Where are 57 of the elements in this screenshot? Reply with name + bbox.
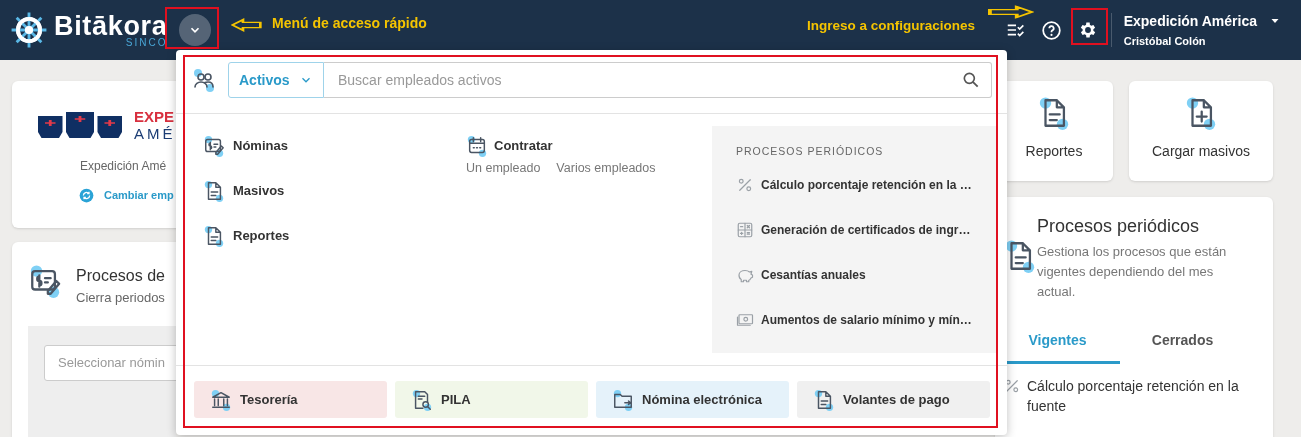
search-input[interactable]: Buscar empleados activos — [338, 69, 961, 91]
shortcut-button[interactable]: Nómina electrónica — [596, 381, 789, 418]
section-heading: PROCESOS PERIÓDICOS — [736, 144, 885, 159]
highlight-frame — [1071, 8, 1108, 45]
document-icon — [1037, 96, 1071, 130]
document-icon — [813, 388, 835, 411]
search-icon — [961, 70, 981, 90]
document-search-icon — [411, 388, 433, 411]
shortcut-button[interactable]: PILA — [395, 381, 588, 418]
people-icon — [192, 68, 216, 92]
brand-subtitle: SINCO — [125, 37, 168, 48]
arrow-icon — [231, 17, 263, 33]
logo-wordmark: EXPE — [134, 109, 176, 124]
document-plus-icon — [1184, 96, 1218, 130]
folder-icon — [612, 388, 634, 411]
card-description: Gestiona los procesos que están vigentes dependiendo del mes actual. — [1037, 243, 1228, 301]
process-item[interactable]: Cálculo porcentaje retención en la fuente — [1027, 376, 1257, 416]
card-subtitle: Cierra periodos — [76, 289, 165, 307]
company-name: Expedición América — [1123, 11, 1257, 31]
help-button[interactable] — [1040, 19, 1063, 41]
bank-icon — [210, 388, 232, 411]
company-name: Expedición Amé — [80, 158, 168, 175]
menu-link[interactable]: Reportes — [203, 224, 466, 247]
logo-wordmark: AMÉ — [134, 126, 176, 141]
user-name: Cristóbal Colón — [1123, 33, 1207, 49]
quick-menu-button[interactable] — [179, 14, 212, 46]
sync-icon — [79, 187, 94, 203]
ships-logo-icon — [38, 110, 122, 140]
menu-link[interactable]: Masivos — [203, 179, 466, 202]
document-icon — [203, 224, 225, 247]
document-icon — [203, 179, 225, 202]
card-title: Procesos de — [76, 266, 165, 286]
tab[interactable]: Cerrados — [1120, 320, 1245, 364]
shortcut-button[interactable]: Tesorería — [194, 381, 387, 418]
periodic-process-link[interactable]: Cesantías anuales — [736, 263, 866, 287]
shortcut-button[interactable]: Volantes de pago — [797, 381, 990, 418]
hire-option-link[interactable]: Varios empleados — [556, 159, 656, 178]
menu-link[interactable]: Nóminas — [203, 134, 466, 157]
help-icon — [1041, 19, 1063, 41]
payroll-icon — [28, 264, 62, 298]
calculator-icon — [736, 221, 754, 240]
select-field[interactable]: Seleccionar nómin — [44, 344, 176, 381]
shortcut-card[interactable]: Cargar masivos — [1129, 81, 1273, 181]
highlight-frame — [165, 7, 219, 49]
card-title: Procesos periódicos — [1037, 215, 1201, 238]
arrow-icon — [988, 5, 1034, 19]
payroll-icon — [203, 134, 225, 157]
periodic-process-link[interactable]: Aumentos de salario mínimo y mín… — [736, 308, 972, 332]
hire-option-link[interactable]: Un empleado — [466, 159, 541, 178]
search-field[interactable]: Buscar empleados activos — [324, 62, 992, 98]
periodic-process-link[interactable]: Cálculo porcentaje retención en la … — [736, 173, 972, 197]
annotation-label: Menú de acceso rápido — [272, 14, 427, 33]
annotation-label: Ingreso a configuraciones — [807, 17, 976, 35]
ship-wheel-logo-icon — [10, 11, 48, 49]
menu-link[interactable]: Contratar — [466, 134, 712, 157]
periodic-process-link[interactable]: Generación de certificados de ingr… — [736, 218, 971, 242]
calendar-icon — [466, 134, 488, 157]
